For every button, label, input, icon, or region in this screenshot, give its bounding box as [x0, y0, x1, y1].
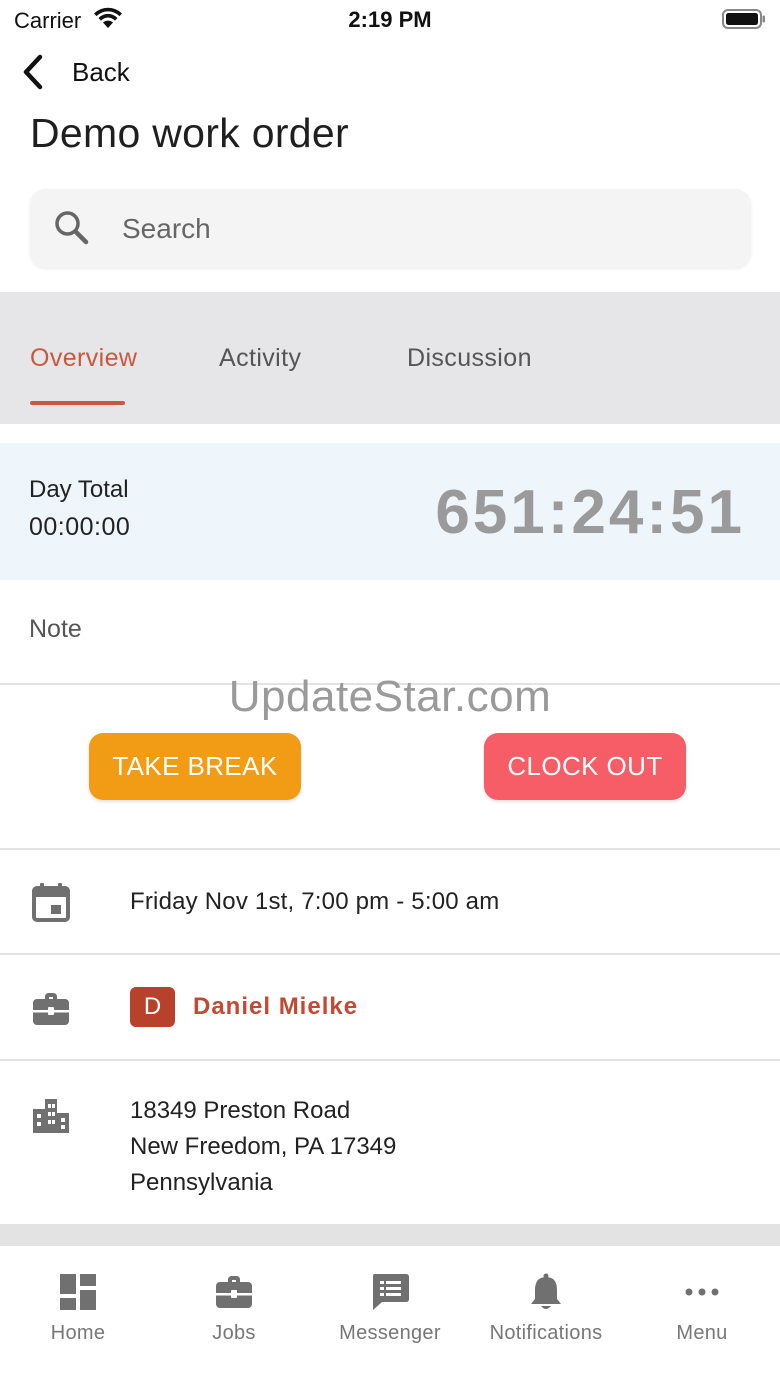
tabbar-home[interactable]: Home: [0, 1246, 156, 1366]
back-button[interactable]: Back: [18, 52, 130, 92]
battery-icon: [722, 9, 765, 29]
tabbar-label-menu: Menu: [676, 1322, 728, 1344]
tabbar-jobs[interactable]: Jobs: [156, 1246, 312, 1366]
client-row[interactable]: D Daniel Mielke: [0, 953, 780, 1059]
section-divider: [0, 1224, 780, 1246]
watermark: UpdateStar.com: [228, 672, 552, 721]
tab-activity[interactable]: Activity: [219, 292, 301, 424]
address-text: 18349 Preston Road New Freedom, PA 17349…: [130, 1093, 396, 1201]
tabbar-notifications[interactable]: Notifications: [468, 1246, 624, 1366]
tabbar-label-messenger: Messenger: [339, 1322, 441, 1344]
bell-icon: [531, 1273, 561, 1309]
more-icon: [685, 1288, 719, 1296]
timer-panel: Day Total 00:00:00 651:24:51: [0, 443, 780, 580]
elapsed-timer: 651:24:51: [435, 478, 745, 547]
tab-strip: Overview Activity Discussion: [0, 292, 780, 424]
chevron-left-icon: [23, 54, 43, 90]
day-total-value: 00:00:00: [29, 513, 131, 541]
tabbar-label-home: Home: [50, 1322, 106, 1344]
tabbar-menu[interactable]: Menu: [624, 1246, 780, 1366]
search-input[interactable]: [122, 189, 722, 268]
briefcase-icon: [33, 993, 69, 1025]
back-label: Back: [72, 56, 130, 87]
active-tab-indicator: [30, 401, 125, 405]
building-icon: [33, 1099, 69, 1133]
schedule-text: Friday Nov 1st, 7:00 pm - 5:00 am: [130, 888, 500, 915]
address-line-2: New Freedom, PA 17349: [130, 1133, 397, 1160]
tabbar-messenger[interactable]: Messenger: [312, 1246, 468, 1366]
note-label: Note: [29, 615, 82, 643]
tabbar-label-notifications: Notifications: [489, 1322, 603, 1344]
address-row: 18349 Preston Road New Freedom, PA 17349…: [0, 1059, 780, 1225]
search-bar[interactable]: [30, 189, 751, 268]
status-bar: Carrier 2:19 PM: [0, 0, 780, 40]
note-field[interactable]: Note: [0, 580, 780, 685]
message-icon: [373, 1274, 409, 1310]
address-line-1: 18349 Preston Road: [130, 1097, 351, 1124]
calendar-icon: [32, 883, 70, 922]
address-line-3: Pennsylvania: [130, 1169, 273, 1196]
dashboard-icon: [60, 1274, 96, 1310]
search-icon: [55, 211, 89, 245]
take-break-button[interactable]: TAKE BREAK: [89, 733, 301, 800]
day-total-label: Day Total: [29, 476, 129, 503]
page-title: Demo work order: [30, 110, 349, 156]
schedule-row: Friday Nov 1st, 7:00 pm - 5:00 am: [0, 848, 780, 954]
clock-out-button[interactable]: CLOCK OUT: [484, 733, 686, 800]
client-name-link[interactable]: Daniel Mielke: [193, 993, 358, 1021]
tab-discussion[interactable]: Discussion: [407, 292, 532, 424]
client-avatar: D: [130, 987, 175, 1027]
bottom-tab-bar: Home Jobs Messenger Notifications Menu: [0, 1246, 780, 1387]
clock-time: 2:19 PM: [348, 7, 432, 32]
briefcase-icon: [216, 1276, 252, 1308]
tabbar-label-jobs: Jobs: [212, 1322, 256, 1344]
